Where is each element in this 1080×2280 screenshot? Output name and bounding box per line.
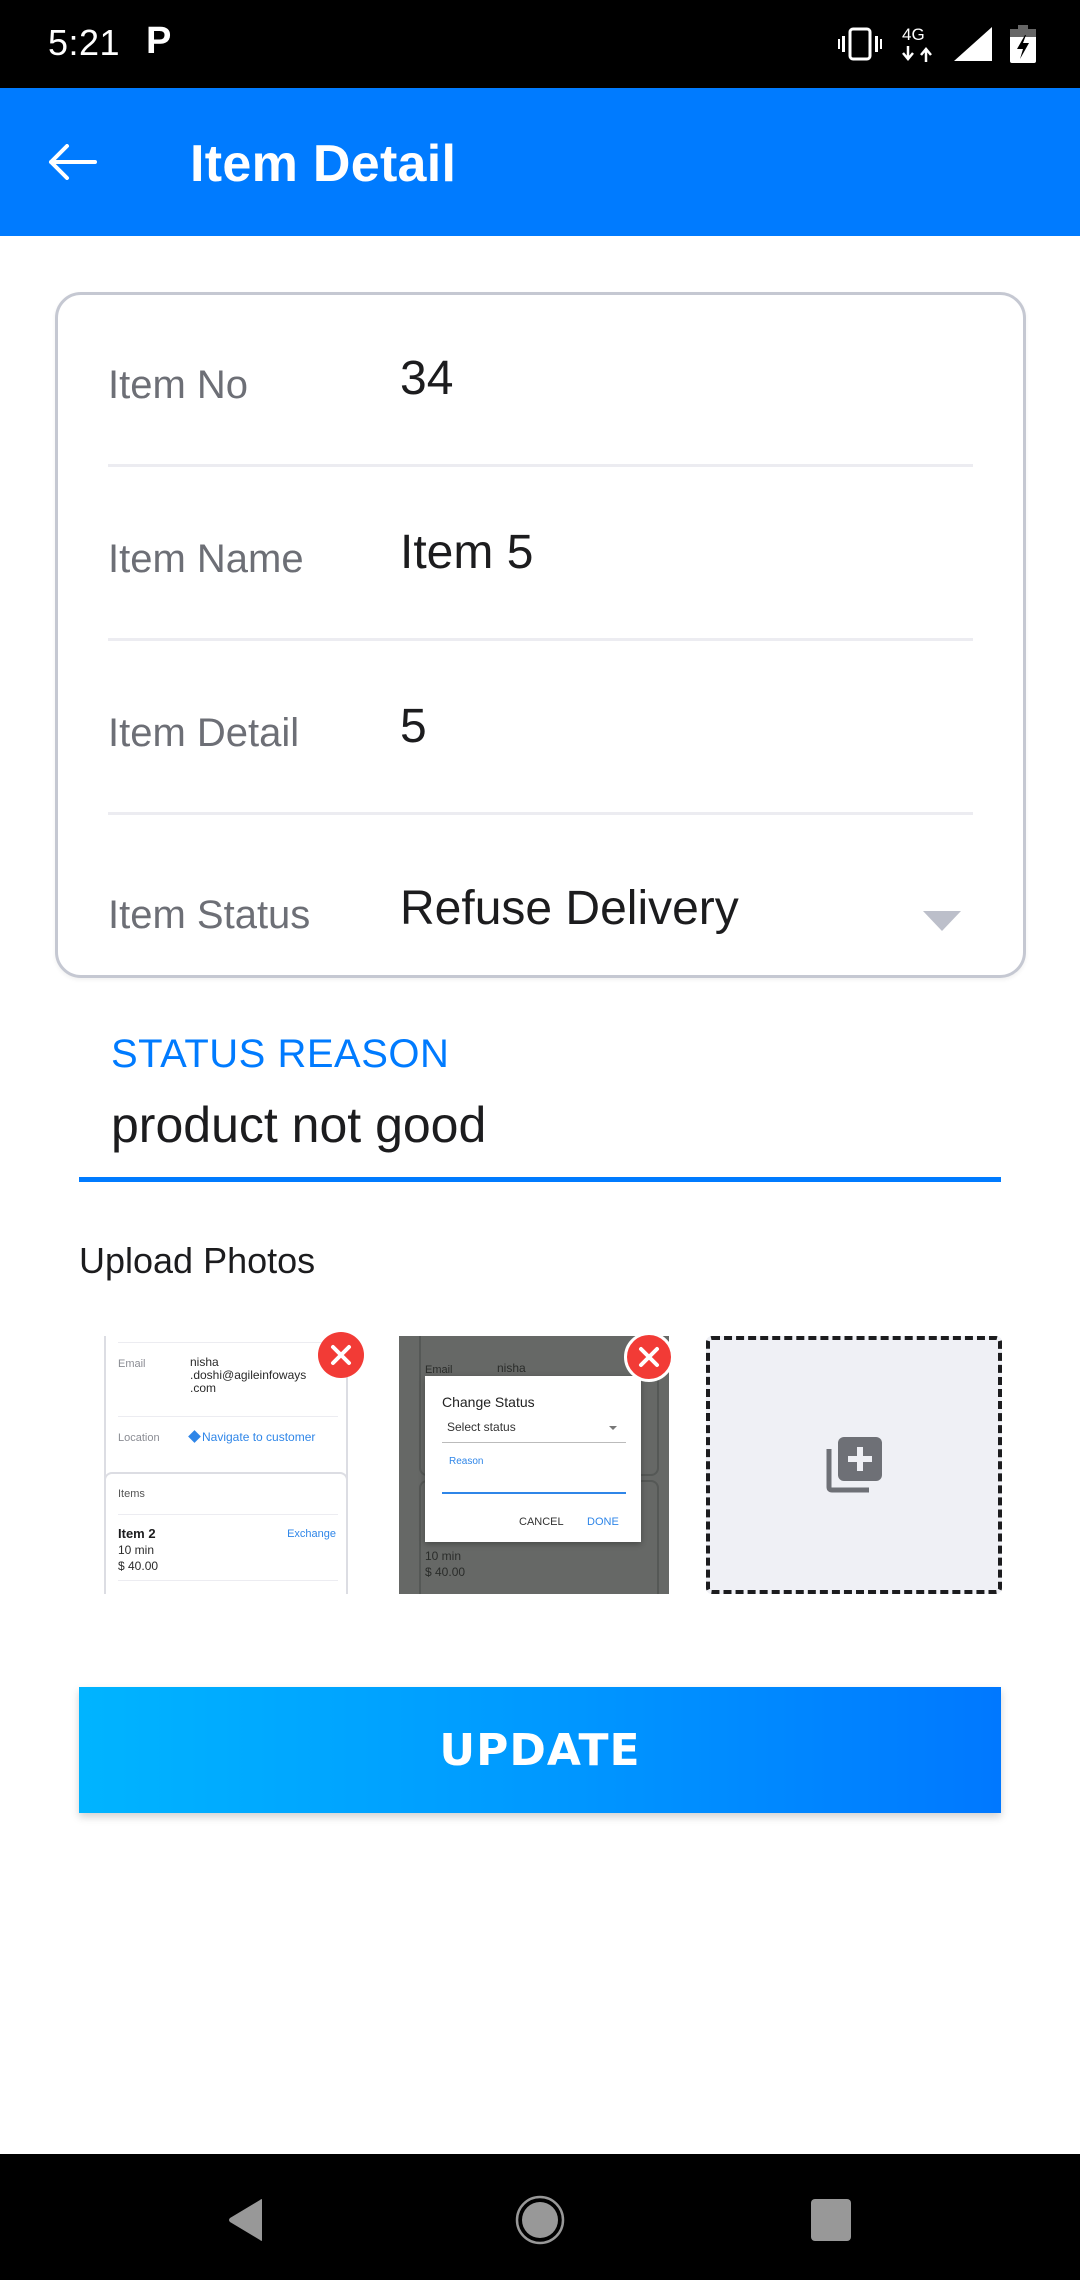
divider <box>442 1442 626 1443</box>
item-no-label: Item No <box>108 363 249 407</box>
add-photo-button[interactable] <box>706 1336 1002 1594</box>
mini-reason-underline <box>442 1492 626 1494</box>
back-triangle-icon <box>229 2199 262 2241</box>
divider <box>118 1580 338 1581</box>
close-icon <box>331 1345 351 1365</box>
svg-text:4G: 4G <box>902 25 925 44</box>
divider <box>118 1416 338 1417</box>
nav-recents-button[interactable] <box>795 2184 867 2256</box>
mini-items-heading: Items <box>118 1488 145 1500</box>
mini-items-card: Items Item 2 Exchange 10 min $ 40.00 <box>104 1472 348 1594</box>
divider <box>108 464 973 467</box>
nav-home-button[interactable] <box>504 2184 576 2256</box>
mini-navigate-link: Navigate to customer <box>188 1430 316 1444</box>
status-icons: 4G <box>838 24 1036 64</box>
battery-charging-icon <box>1010 25 1036 63</box>
close-icon <box>639 1347 659 1367</box>
mini-navigate-text: Navigate to customer <box>202 1430 316 1444</box>
mini-select-arrow-icon <box>609 1426 617 1430</box>
status-reason-underline <box>79 1177 1001 1182</box>
item-no-value: 34 <box>400 352 454 405</box>
page-title: Item Detail <box>190 135 457 193</box>
mini-reason-label: Reason <box>449 1456 484 1467</box>
mini-email-label: Email <box>425 1364 453 1376</box>
mini-change-status-dialog: Change Status Select status Reason CANCE… <box>425 1376 641 1542</box>
mini-email-line: .com <box>190 1381 217 1395</box>
mini-email-value: nisha .doshi@agileinfoways .com <box>190 1356 306 1395</box>
item-name-label: Item Name <box>108 537 304 581</box>
remove-photo-1-button[interactable] <box>318 1332 364 1378</box>
item-status-label: Item Status <box>108 893 311 937</box>
back-button[interactable] <box>36 126 108 198</box>
divider <box>108 638 973 641</box>
status-bar: 5:21 P 4G <box>0 0 1080 88</box>
nav-back-button[interactable] <box>210 2184 282 2256</box>
item-no-row: Item No 34 <box>108 295 973 467</box>
item-detail-value: 5 <box>400 700 427 753</box>
item-detail-label: Item Detail <box>108 711 300 755</box>
divider <box>108 812 973 815</box>
item-detail-row: Item Detail 5 <box>108 643 973 815</box>
mini-email-value: nisha <box>497 1361 526 1375</box>
mini-item-price: $ 40.00 <box>118 1559 159 1573</box>
item-status-value[interactable]: Refuse Delivery <box>400 881 739 936</box>
divider <box>118 1514 338 1515</box>
photo-thumbnail-1[interactable]: Email nisha .doshi@agileinfoways .com Lo… <box>104 1336 354 1594</box>
status-time: 5:21 <box>48 22 121 63</box>
home-circle-icon <box>515 2195 565 2245</box>
status-reason-field[interactable]: STATUS REASON product not good <box>79 1020 1001 1182</box>
remove-photo-2-button[interactable] <box>624 1332 674 1382</box>
mini-email-label: Email <box>118 1358 146 1370</box>
mini-select-status: Select status <box>447 1420 516 1434</box>
mini-item-action: Exchange <box>287 1528 336 1540</box>
app-bar: Item Detail <box>0 88 1080 236</box>
system-nav-bar <box>0 2154 1080 2280</box>
mini-contact-card: Email nisha .doshi@agileinfoways .com Lo… <box>104 1336 348 1488</box>
mini-done-label: DONE <box>587 1516 619 1528</box>
dropdown-arrow-icon[interactable] <box>923 911 961 931</box>
mini-cancel-label: CANCEL <box>519 1516 564 1528</box>
item-name-row: Item Name Item 5 <box>108 469 973 641</box>
mini-dialog-title: Change Status <box>442 1394 535 1410</box>
mini-item-name: Item 2 <box>118 1526 156 1541</box>
add-photo-icon <box>826 1437 882 1493</box>
update-button[interactable]: UPDATE <box>79 1687 1001 1813</box>
mini-item-time: 10 min <box>118 1543 155 1557</box>
update-button-label: UPDATE <box>439 1724 641 1776</box>
recents-square-icon <box>811 2199 851 2241</box>
status-reason-label: STATUS REASON <box>111 1032 450 1076</box>
notification-p-icon: P <box>146 20 172 62</box>
mini-location-label: Location <box>118 1432 160 1444</box>
signal-icon <box>954 27 992 61</box>
status-reason-input[interactable]: product not good <box>111 1096 486 1154</box>
item-name-value: Item 5 <box>400 526 534 579</box>
mini-item-time: 10 min <box>425 1549 462 1563</box>
item-detail-card: Item No 34 Item Name Item 5 Item Detail … <box>55 292 1026 978</box>
network-4g-icon: 4G <box>902 25 932 62</box>
upload-photos-label: Upload Photos <box>79 1240 316 1281</box>
item-status-select[interactable]: Item Status Refuse Delivery <box>108 817 973 977</box>
mini-item-price: $ 40.00 <box>425 1565 466 1579</box>
vibrate-icon <box>838 27 882 61</box>
photo-thumbnail-2[interactable]: Email nisha Change Status Select status … <box>399 1336 669 1594</box>
arrow-left-icon <box>49 144 97 180</box>
navigate-diamond-icon <box>188 1430 201 1443</box>
divider <box>118 1342 338 1343</box>
